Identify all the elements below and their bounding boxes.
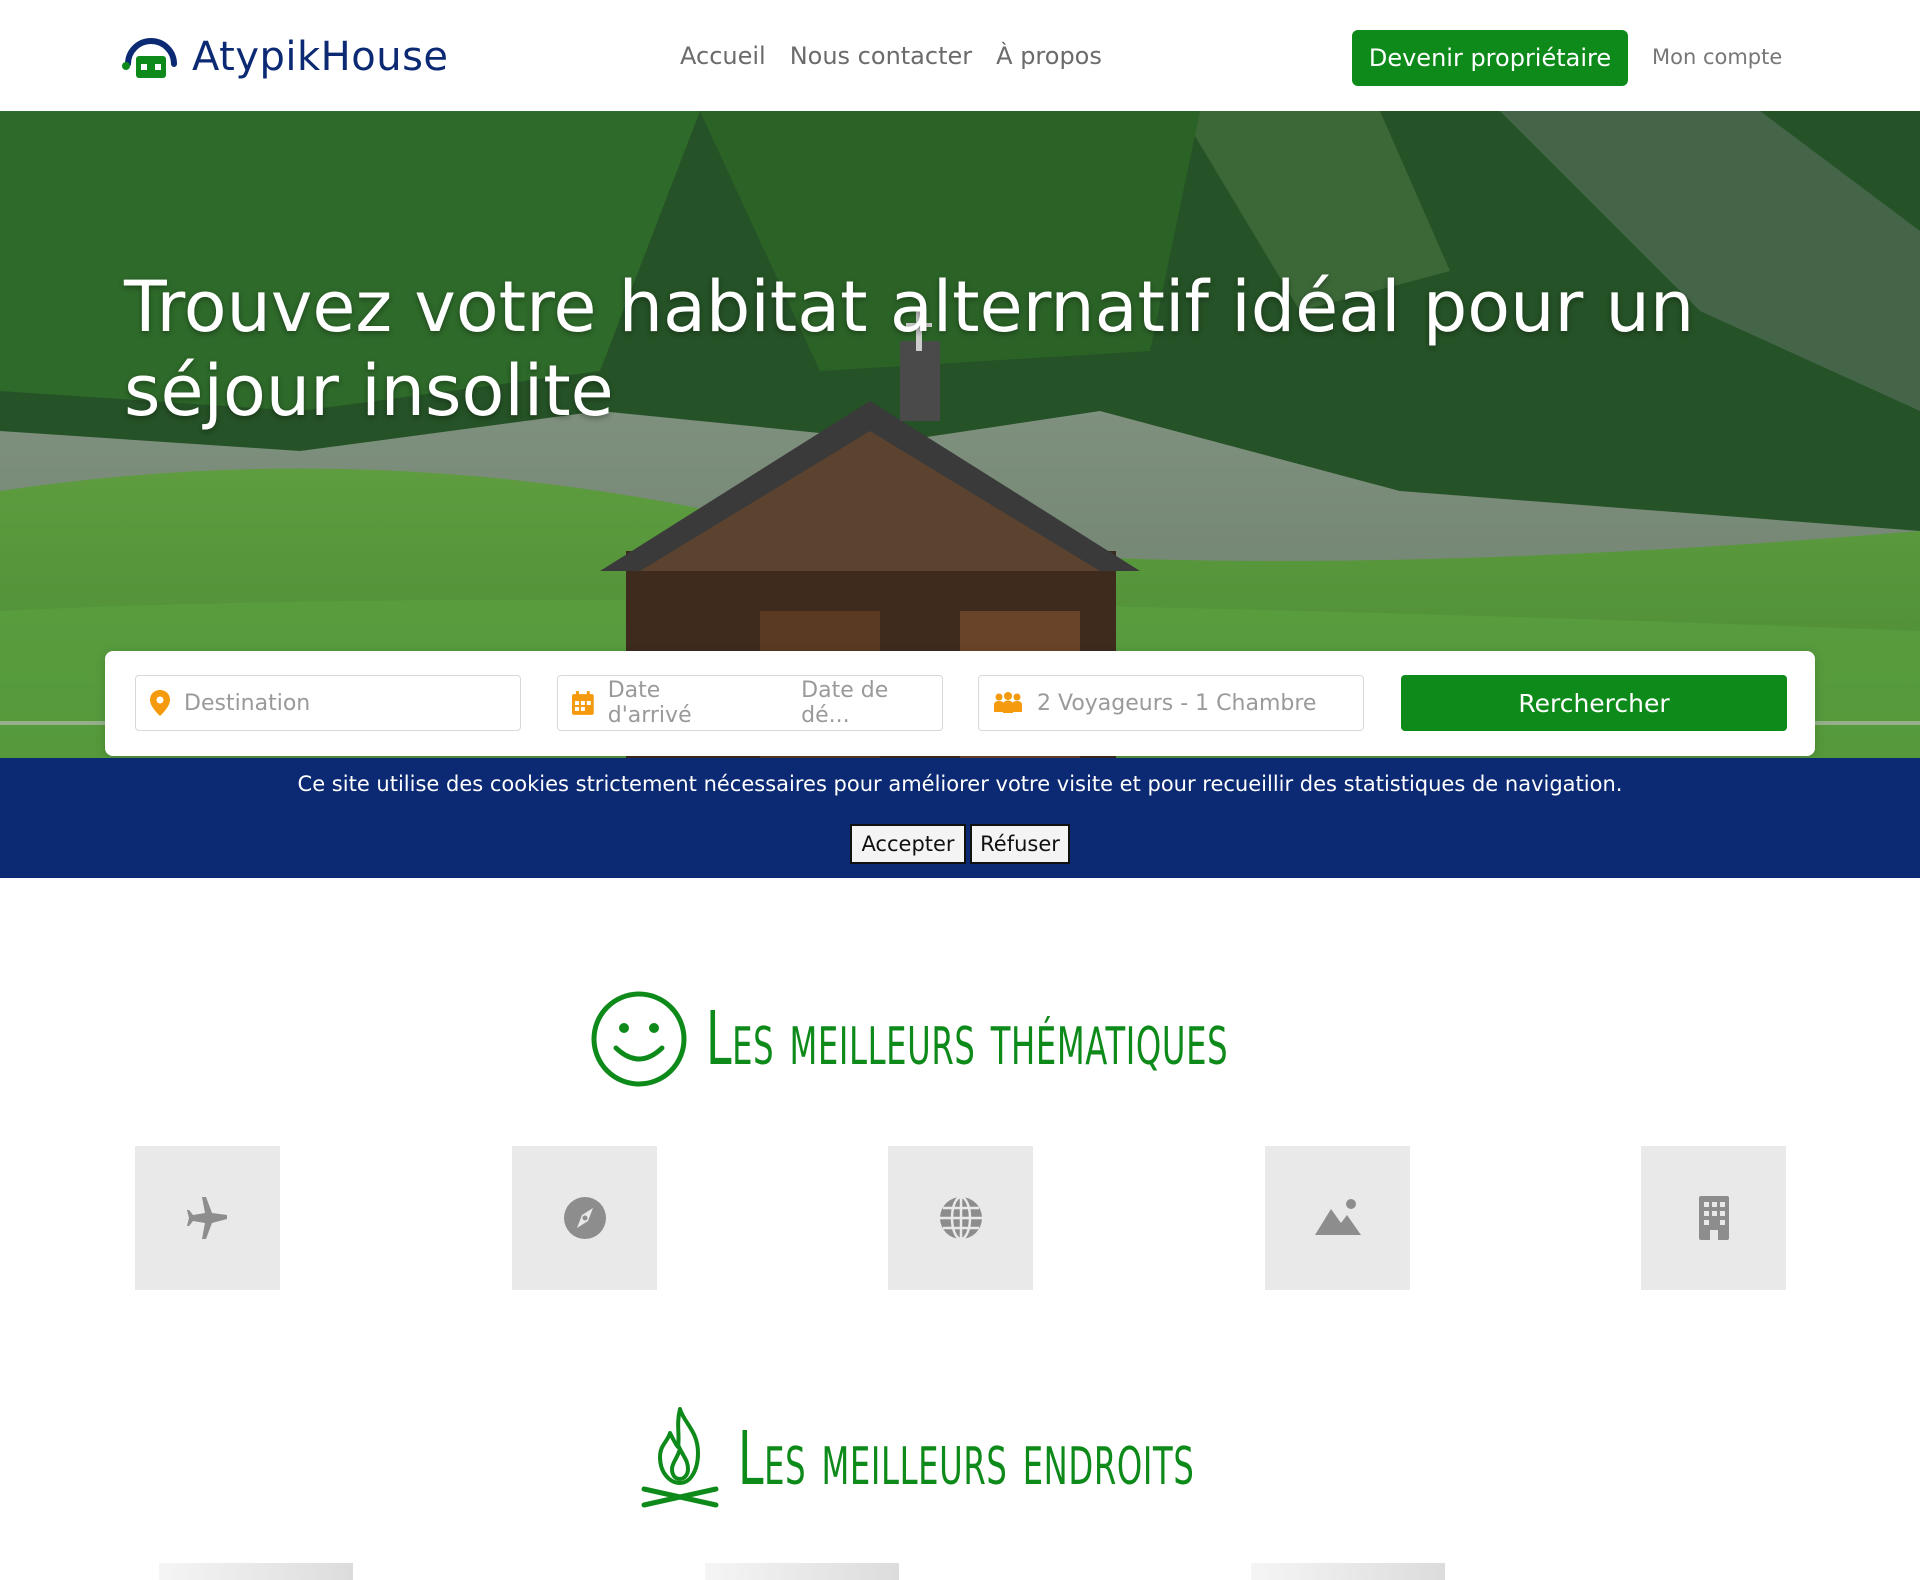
date-range-field[interactable]: Date d'arrivé Date de dé... — [557, 675, 943, 731]
place-card[interactable] — [1251, 1563, 1445, 1580]
places-section-heading: Les meilleurs endroits — [640, 1405, 1474, 1513]
cookie-actions: Accepter Réfuser — [0, 824, 1920, 864]
search-button[interactable]: Rerchercher — [1401, 675, 1787, 731]
arrival-date-placeholder[interactable]: Date d'arrivé — [608, 678, 750, 728]
place-card[interactable] — [159, 1563, 353, 1580]
themes-section-title: Les meilleurs thématiques — [706, 996, 1229, 1082]
house-logo-icon — [122, 38, 177, 78]
globe-icon — [939, 1195, 982, 1241]
nav-about[interactable]: À propos — [996, 42, 1102, 70]
compass-icon — [563, 1197, 606, 1239]
destination-placeholder: Destination — [184, 690, 311, 716]
theme-tile-explore[interactable] — [512, 1146, 657, 1290]
themes-section-heading: Les meilleurs thématiques — [590, 990, 1548, 1088]
destination-field[interactable]: Destination — [135, 675, 521, 731]
guests-field[interactable]: 2 Voyageurs - 1 Chambre — [978, 675, 1364, 731]
cookie-banner: Ce site utilise des cookies strictement … — [0, 758, 1920, 878]
main-nav: Accueil Nous contacter À propos — [680, 42, 1102, 70]
become-owner-button[interactable]: Devenir propriétaire — [1352, 30, 1628, 86]
theme-tile-nature[interactable] — [1265, 1146, 1410, 1290]
theme-tile-urban[interactable] — [1641, 1146, 1786, 1290]
smiley-icon — [591, 991, 687, 1087]
brand-logo[interactable]: AtypikHouse — [122, 34, 449, 80]
nav-contact[interactable]: Nous contacter — [790, 42, 972, 70]
site-header: AtypikHouse Accueil Nous contacter À pro… — [0, 0, 1920, 111]
calendar-icon — [572, 691, 594, 715]
hero-title: Trouvez votre habitat alternatif idéal p… — [124, 266, 1695, 432]
cookie-accept-button[interactable]: Accepter — [850, 824, 966, 864]
map-pin-icon — [150, 690, 170, 716]
landscape-icon — [1314, 1199, 1361, 1235]
theme-tile-travel[interactable] — [135, 1146, 280, 1290]
building-icon — [1698, 1196, 1729, 1240]
cookie-message: Ce site utilise des cookies strictement … — [297, 772, 1623, 796]
hero-banner: Trouvez votre habitat alternatif idéal p… — [0, 111, 1920, 758]
search-bar: Destination Date d'arrivé Date de dé... — [105, 651, 1815, 756]
people-icon — [994, 692, 1022, 713]
airplane-icon — [186, 1197, 227, 1239]
places-section-title: Les meilleurs endroits — [738, 1416, 1195, 1502]
cookie-refuse-button[interactable]: Réfuser — [970, 824, 1070, 864]
departure-date-placeholder[interactable]: Date de dé... — [801, 678, 942, 728]
campfire-icon — [641, 1407, 719, 1508]
guests-value: 2 Voyageurs - 1 Chambre — [1037, 690, 1317, 716]
brand-name: AtypikHouse — [192, 34, 449, 80]
place-card[interactable] — [705, 1563, 899, 1580]
account-link[interactable]: Mon compte — [1652, 45, 1782, 69]
nav-accueil[interactable]: Accueil — [680, 42, 766, 70]
theme-tile-world[interactable] — [888, 1146, 1033, 1290]
